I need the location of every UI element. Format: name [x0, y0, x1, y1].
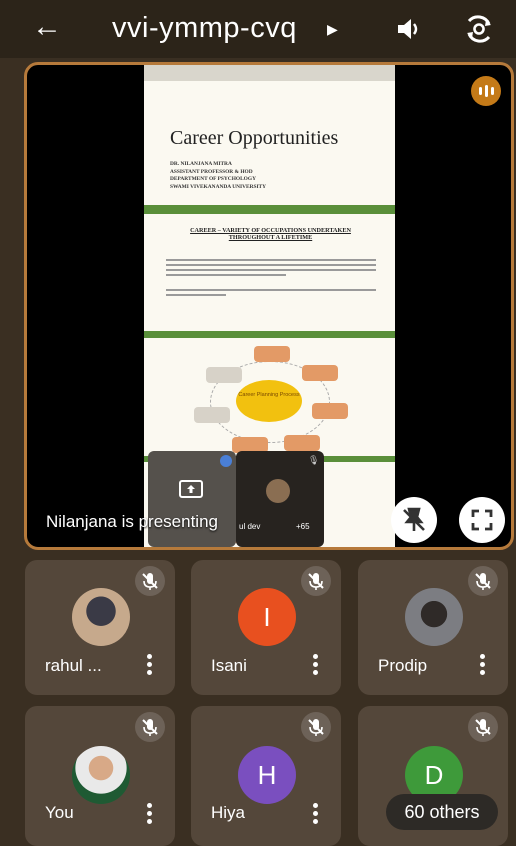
screen-share-icon: [179, 480, 203, 498]
mic-off-icon: [468, 712, 498, 742]
slide-author-line: DR. NILANJANA MITRA: [170, 161, 232, 167]
avatar: [266, 479, 290, 503]
camera-flip-icon[interactable]: [462, 12, 496, 46]
mic-off-icon: [301, 712, 331, 742]
fullscreen-icon: [471, 509, 493, 531]
participant-mini-tile[interactable]: 🎙 ul dev +65: [236, 451, 324, 547]
top-bar: ← vvi-ymmp-cvq ▶: [0, 0, 516, 58]
mic-off-icon: [135, 566, 165, 596]
presentation-stage[interactable]: Career Opportunities DR. NILANJANA MITRA…: [24, 62, 514, 550]
slide-text-line: [166, 264, 376, 266]
participant-tile[interactable]: You: [25, 706, 175, 846]
arrow-left-icon[interactable]: ←: [32, 10, 62, 44]
more-options-icon[interactable]: [480, 654, 486, 678]
slide-top-strip: [144, 65, 395, 81]
pin-off-icon: [403, 507, 425, 531]
participant-name: Hiya: [211, 803, 246, 822]
slide-text-line: [166, 294, 226, 296]
slide-title: Career Opportunities: [170, 127, 339, 149]
diagram-node: [302, 365, 338, 381]
others-count-button[interactable]: 60 others: [386, 794, 498, 830]
participant-name: You: [45, 803, 74, 822]
mic-off-icon: [301, 566, 331, 596]
audio-level-icon: [471, 76, 501, 106]
mini-tile-count: +65: [296, 522, 310, 531]
slide-heading: CAREER – VARIETY OF OCCUPATIONS UNDERTAK…: [190, 227, 351, 241]
more-options-icon[interactable]: [147, 654, 153, 678]
slide-text-line: [166, 274, 286, 276]
diagram-node: [312, 403, 348, 419]
diagram-node: [206, 367, 242, 383]
slide-author-line: SWAMI VIVEKANANDA UNIVERSITY: [170, 183, 267, 190]
participant-tile[interactable]: I Isani: [191, 560, 341, 695]
diagram-center: Career Planning Process: [236, 380, 302, 422]
meeting-code[interactable]: vvi-ymmp-cvq: [112, 12, 297, 45]
slide-author-line: ASSISTANT PROFESSOR & HOD: [170, 168, 253, 175]
speaker-icon[interactable]: [394, 14, 424, 44]
caret-right-icon[interactable]: ▶: [327, 21, 338, 38]
diagram-node: [194, 407, 230, 423]
avatar: [405, 588, 463, 646]
slide-text-line: [166, 289, 376, 291]
slide-text-line: [166, 259, 376, 261]
avatar: [72, 746, 130, 804]
slide-authors: DR. NILANJANA MITRA ASSISTANT PROFESSOR …: [170, 161, 266, 191]
slide-author-line: DEPARTMENT OF PSYCHOLOGY: [170, 176, 256, 183]
mini-tile-name: ul dev: [239, 522, 261, 531]
slide-divider: [144, 205, 395, 214]
participant-name: Prodip: [378, 656, 428, 675]
participant-tile[interactable]: Prodip: [358, 560, 508, 695]
mic-off-icon: [135, 712, 165, 742]
diagram-node: [284, 435, 320, 451]
more-options-icon[interactable]: [147, 803, 153, 827]
more-options-icon[interactable]: [313, 654, 319, 678]
mic-off-icon: 🎙: [308, 455, 320, 465]
participant-tile[interactable]: H Hiya: [191, 706, 341, 846]
presenting-label: Nilanjana is presenting: [46, 512, 218, 531]
more-options-icon[interactable]: [313, 803, 319, 827]
participant-name: rahul ...: [45, 656, 102, 675]
participant-name: Isani: [211, 656, 247, 675]
slide-divider: [144, 331, 395, 338]
mic-off-icon: [468, 566, 498, 596]
avatar: [72, 588, 130, 646]
avatar: H: [238, 746, 296, 804]
diagram-node: [254, 346, 290, 362]
self-preview-tile[interactable]: [148, 451, 236, 547]
speaking-indicator-icon: [220, 455, 232, 467]
fullscreen-button[interactable]: [459, 497, 505, 543]
unpin-button[interactable]: [391, 497, 437, 543]
slide-text-line: [166, 269, 376, 271]
avatar: I: [238, 588, 296, 646]
participant-tile[interactable]: rahul ...: [25, 560, 175, 695]
